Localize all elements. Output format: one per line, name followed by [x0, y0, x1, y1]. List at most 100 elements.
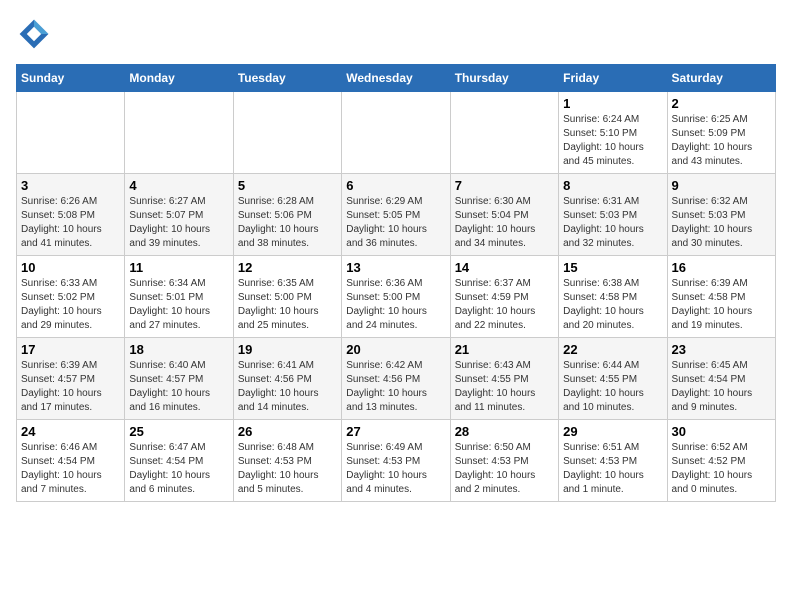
- day-info: Sunrise: 6:39 AM Sunset: 4:58 PM Dayligh…: [672, 277, 771, 333]
- day-number: 23: [672, 342, 771, 357]
- calendar-cell: 20 Sunrise: 6:42 AM Sunset: 4:56 PM Dayli…: [342, 338, 450, 420]
- calendar-cell: 26 Sunrise: 6:48 AM Sunset: 4:53 PM Dayli…: [233, 420, 341, 502]
- calendar-cell: 29 Sunrise: 6:51 AM Sunset: 4:53 PM Dayli…: [559, 420, 667, 502]
- day-number: 21: [455, 342, 554, 357]
- day-number: 28: [455, 424, 554, 439]
- day-number: 15: [563, 260, 662, 275]
- day-info: Sunrise: 6:39 AM Sunset: 4:57 PM Dayligh…: [21, 359, 120, 415]
- calendar-cell: 10 Sunrise: 6:33 AM Sunset: 5:02 PM Dayli…: [17, 256, 125, 338]
- day-info: Sunrise: 6:46 AM Sunset: 4:54 PM Dayligh…: [21, 441, 120, 497]
- weekday-header-sunday: Sunday: [17, 65, 125, 92]
- day-info: Sunrise: 6:28 AM Sunset: 5:06 PM Dayligh…: [238, 195, 337, 251]
- day-info: Sunrise: 6:36 AM Sunset: 5:00 PM Dayligh…: [346, 277, 445, 333]
- day-number: 18: [129, 342, 228, 357]
- day-number: 22: [563, 342, 662, 357]
- weekday-header-saturday: Saturday: [667, 65, 775, 92]
- calendar-cell: 22 Sunrise: 6:44 AM Sunset: 4:55 PM Dayli…: [559, 338, 667, 420]
- calendar-table: SundayMondayTuesdayWednesdayThursdayFrid…: [16, 64, 776, 502]
- day-number: 7: [455, 178, 554, 193]
- day-number: 16: [672, 260, 771, 275]
- day-info: Sunrise: 6:30 AM Sunset: 5:04 PM Dayligh…: [455, 195, 554, 251]
- calendar-cell: 15 Sunrise: 6:38 AM Sunset: 4:58 PM Dayli…: [559, 256, 667, 338]
- weekday-header-friday: Friday: [559, 65, 667, 92]
- calendar-cell: 2Sunrise: 6:25 AM Sunset: 5:09 PM Daylig…: [667, 92, 775, 174]
- day-number: 20: [346, 342, 445, 357]
- calendar-cell: 3 Sunrise: 6:26 AM Sunset: 5:08 PM Daylig…: [17, 174, 125, 256]
- calendar-cell: [125, 92, 233, 174]
- day-info: Sunrise: 6:42 AM Sunset: 4:56 PM Dayligh…: [346, 359, 445, 415]
- day-number: 30: [672, 424, 771, 439]
- day-info: Sunrise: 6:44 AM Sunset: 4:55 PM Dayligh…: [563, 359, 662, 415]
- calendar-cell: 17 Sunrise: 6:39 AM Sunset: 4:57 PM Dayli…: [17, 338, 125, 420]
- calendar-cell: 11 Sunrise: 6:34 AM Sunset: 5:01 PM Dayli…: [125, 256, 233, 338]
- day-number: 19: [238, 342, 337, 357]
- calendar-cell: 9 Sunrise: 6:32 AM Sunset: 5:03 PM Daylig…: [667, 174, 775, 256]
- day-number: 10: [21, 260, 120, 275]
- day-info: Sunrise: 6:33 AM Sunset: 5:02 PM Dayligh…: [21, 277, 120, 333]
- day-number: 14: [455, 260, 554, 275]
- calendar-cell: 1Sunrise: 6:24 AM Sunset: 5:10 PM Daylig…: [559, 92, 667, 174]
- day-number: 12: [238, 260, 337, 275]
- day-info: Sunrise: 6:48 AM Sunset: 4:53 PM Dayligh…: [238, 441, 337, 497]
- day-number: 13: [346, 260, 445, 275]
- logo-icon: [16, 16, 52, 52]
- day-info: Sunrise: 6:25 AM Sunset: 5:09 PM Dayligh…: [672, 113, 771, 169]
- day-number: 4: [129, 178, 228, 193]
- day-number: 5: [238, 178, 337, 193]
- calendar-cell: 30 Sunrise: 6:52 AM Sunset: 4:52 PM Dayli…: [667, 420, 775, 502]
- calendar-cell: 18 Sunrise: 6:40 AM Sunset: 4:57 PM Dayli…: [125, 338, 233, 420]
- day-number: 17: [21, 342, 120, 357]
- calendar-cell: 27 Sunrise: 6:49 AM Sunset: 4:53 PM Dayli…: [342, 420, 450, 502]
- day-info: Sunrise: 6:38 AM Sunset: 4:58 PM Dayligh…: [563, 277, 662, 333]
- day-info: Sunrise: 6:47 AM Sunset: 4:54 PM Dayligh…: [129, 441, 228, 497]
- calendar-cell: 28 Sunrise: 6:50 AM Sunset: 4:53 PM Dayli…: [450, 420, 558, 502]
- day-number: 9: [672, 178, 771, 193]
- day-info: Sunrise: 6:51 AM Sunset: 4:53 PM Dayligh…: [563, 441, 662, 497]
- day-number: 27: [346, 424, 445, 439]
- calendar-cell: [342, 92, 450, 174]
- day-info: Sunrise: 6:29 AM Sunset: 5:05 PM Dayligh…: [346, 195, 445, 251]
- day-number: 26: [238, 424, 337, 439]
- day-info: Sunrise: 6:34 AM Sunset: 5:01 PM Dayligh…: [129, 277, 228, 333]
- day-number: 29: [563, 424, 662, 439]
- calendar-cell: 24 Sunrise: 6:46 AM Sunset: 4:54 PM Dayli…: [17, 420, 125, 502]
- day-info: Sunrise: 6:26 AM Sunset: 5:08 PM Dayligh…: [21, 195, 120, 251]
- weekday-header-monday: Monday: [125, 65, 233, 92]
- day-info: Sunrise: 6:40 AM Sunset: 4:57 PM Dayligh…: [129, 359, 228, 415]
- weekday-header-thursday: Thursday: [450, 65, 558, 92]
- day-number: 24: [21, 424, 120, 439]
- day-info: Sunrise: 6:32 AM Sunset: 5:03 PM Dayligh…: [672, 195, 771, 251]
- calendar-cell: 21 Sunrise: 6:43 AM Sunset: 4:55 PM Dayli…: [450, 338, 558, 420]
- day-info: Sunrise: 6:49 AM Sunset: 4:53 PM Dayligh…: [346, 441, 445, 497]
- calendar-cell: 16 Sunrise: 6:39 AM Sunset: 4:58 PM Dayli…: [667, 256, 775, 338]
- calendar-cell: 6 Sunrise: 6:29 AM Sunset: 5:05 PM Daylig…: [342, 174, 450, 256]
- calendar-cell: 14 Sunrise: 6:37 AM Sunset: 4:59 PM Dayli…: [450, 256, 558, 338]
- calendar-cell: [450, 92, 558, 174]
- day-info: Sunrise: 6:45 AM Sunset: 4:54 PM Dayligh…: [672, 359, 771, 415]
- calendar-cell: 7 Sunrise: 6:30 AM Sunset: 5:04 PM Daylig…: [450, 174, 558, 256]
- day-info: Sunrise: 6:37 AM Sunset: 4:59 PM Dayligh…: [455, 277, 554, 333]
- day-number: 8: [563, 178, 662, 193]
- calendar-cell: 19 Sunrise: 6:41 AM Sunset: 4:56 PM Dayli…: [233, 338, 341, 420]
- logo: [16, 16, 58, 52]
- day-info: Sunrise: 6:52 AM Sunset: 4:52 PM Dayligh…: [672, 441, 771, 497]
- calendar-cell: [233, 92, 341, 174]
- day-info: Sunrise: 6:31 AM Sunset: 5:03 PM Dayligh…: [563, 195, 662, 251]
- calendar-cell: 4Sunrise: 6:27 AM Sunset: 5:07 PM Daylig…: [125, 174, 233, 256]
- calendar-cell: 23 Sunrise: 6:45 AM Sunset: 4:54 PM Dayli…: [667, 338, 775, 420]
- day-number: 11: [129, 260, 228, 275]
- day-number: 25: [129, 424, 228, 439]
- day-info: Sunrise: 6:24 AM Sunset: 5:10 PM Dayligh…: [563, 113, 662, 169]
- day-info: Sunrise: 6:43 AM Sunset: 4:55 PM Dayligh…: [455, 359, 554, 415]
- day-info: Sunrise: 6:35 AM Sunset: 5:00 PM Dayligh…: [238, 277, 337, 333]
- calendar-cell: 25 Sunrise: 6:47 AM Sunset: 4:54 PM Dayli…: [125, 420, 233, 502]
- calendar-cell: 12 Sunrise: 6:35 AM Sunset: 5:00 PM Dayli…: [233, 256, 341, 338]
- calendar-cell: 5 Sunrise: 6:28 AM Sunset: 5:06 PM Daylig…: [233, 174, 341, 256]
- day-number: 3: [21, 178, 120, 193]
- day-info: Sunrise: 6:50 AM Sunset: 4:53 PM Dayligh…: [455, 441, 554, 497]
- calendar-cell: 8 Sunrise: 6:31 AM Sunset: 5:03 PM Daylig…: [559, 174, 667, 256]
- weekday-header-tuesday: Tuesday: [233, 65, 341, 92]
- calendar-cell: 13 Sunrise: 6:36 AM Sunset: 5:00 PM Dayli…: [342, 256, 450, 338]
- day-info: Sunrise: 6:41 AM Sunset: 4:56 PM Dayligh…: [238, 359, 337, 415]
- day-number: 6: [346, 178, 445, 193]
